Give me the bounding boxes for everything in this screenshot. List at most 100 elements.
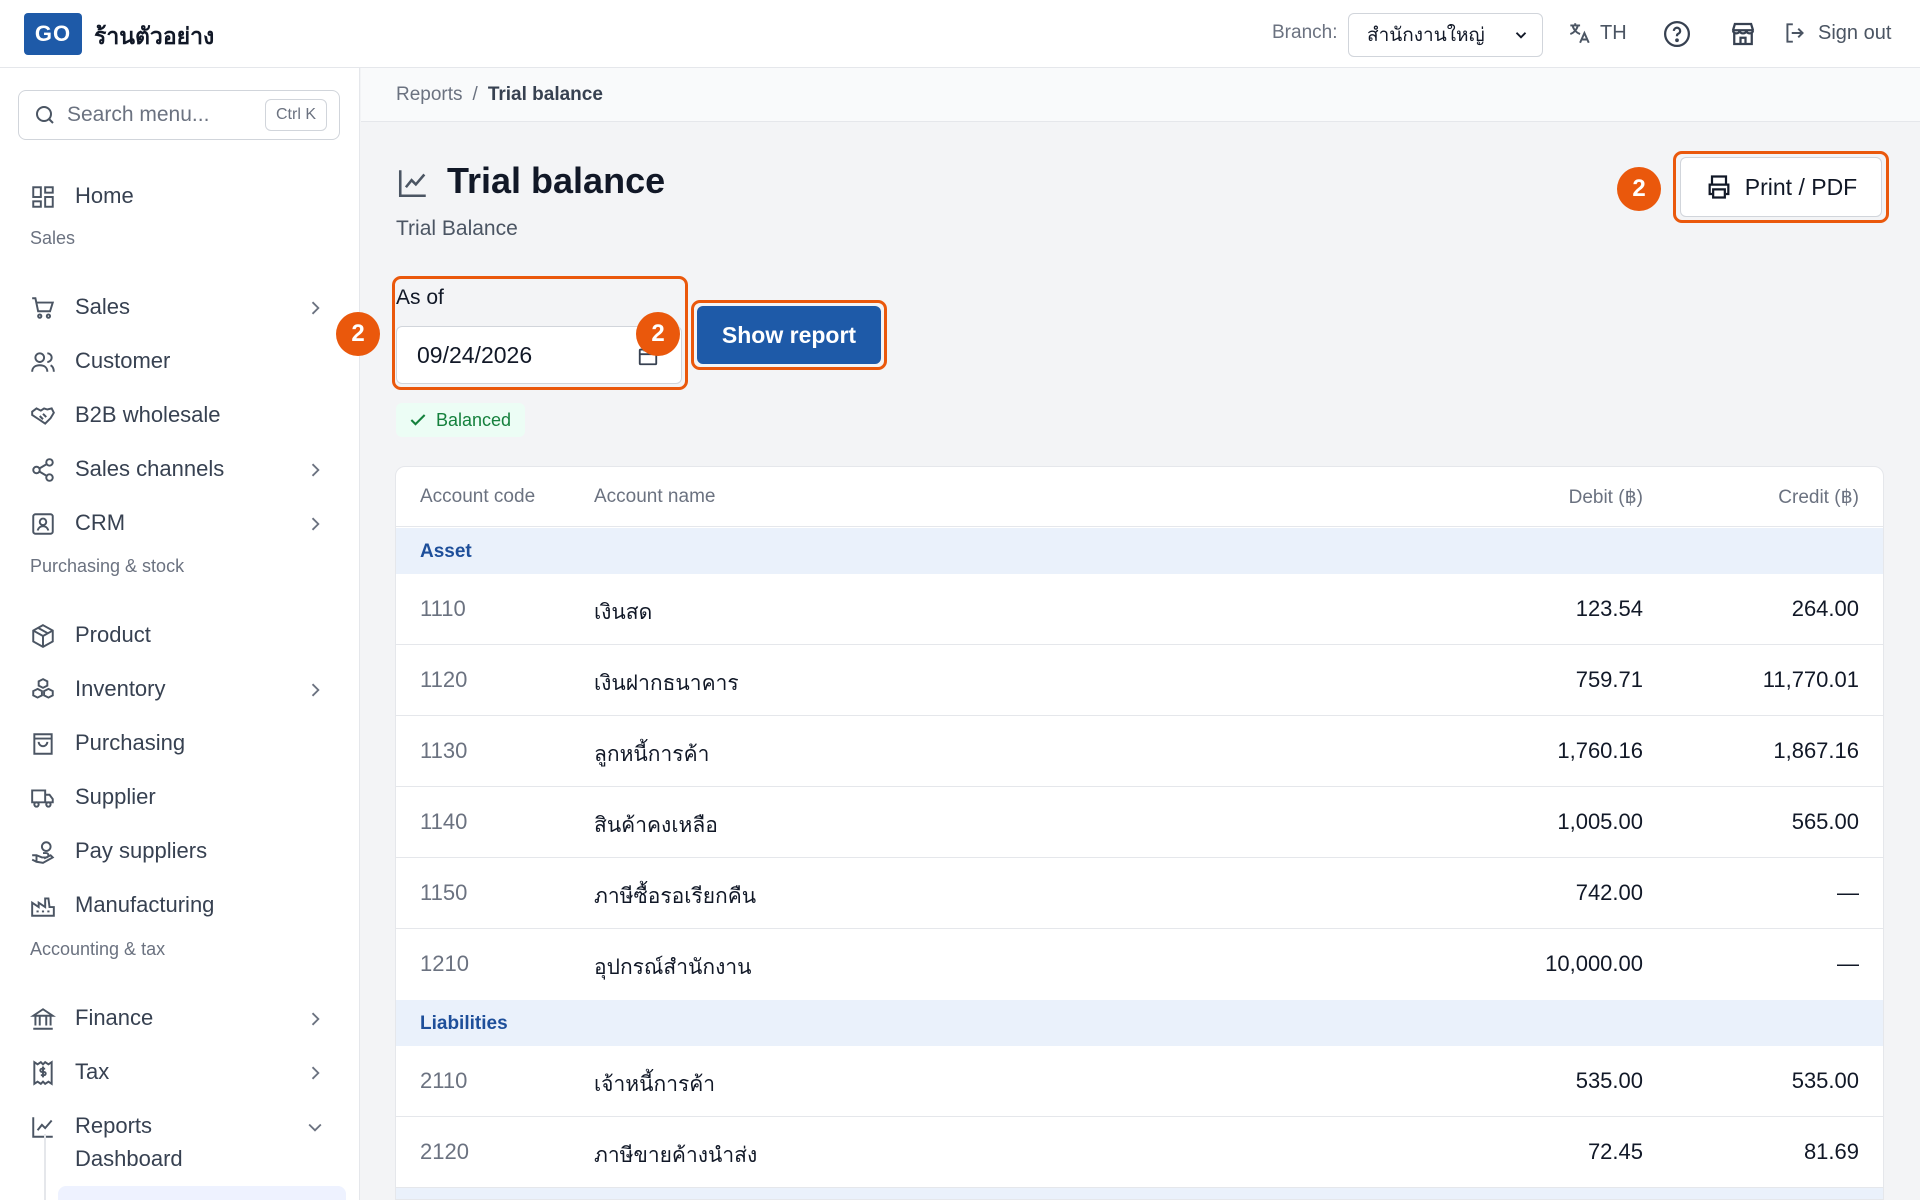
shop-name: ร้านตัวอย่าง [94, 24, 215, 50]
table-row[interactable]: 1150 ภาษีซื้อรอเรียกคืน 742.00 — [396, 858, 1883, 929]
table-row[interactable]: 2120 ภาษีขายค้างนำส่ง 72.45 81.69 [396, 1117, 1883, 1188]
sidebar-item-reports[interactable]: Reports [0, 1104, 360, 1148]
column-header-debit[interactable]: Debit (฿) [1569, 486, 1643, 509]
debit-value: 123.54 [1575, 596, 1643, 621]
credit-value: 535.00 [1791, 1068, 1859, 1093]
table-row[interactable]: 1130 ลูกหนี้การค้า 1,760.16 1,867.16 [396, 716, 1883, 787]
sidebar-item-label: CRM [75, 510, 126, 535]
group-row-next [396, 1188, 1883, 1199]
help-icon[interactable] [1662, 19, 1692, 49]
group-row-liabilities: Liabilities [396, 1000, 1883, 1046]
sidebar-subitem-active[interactable] [58, 1186, 346, 1200]
table-row[interactable]: 2110 เจ้าหนี้การค้า 535.00 535.00 [396, 1046, 1883, 1117]
sidebar-item-label: Supplier [75, 784, 156, 809]
chevron-right-icon [311, 463, 320, 477]
search-input[interactable]: Search menu... Ctrl K [18, 90, 340, 140]
sidebar-item-label: Reports [75, 1113, 153, 1138]
app-logo[interactable]: GO [24, 13, 82, 55]
sidebar-item-label: Tax [75, 1059, 110, 1084]
sidebar-item-pay-suppliers[interactable]: Pay suppliers [0, 829, 360, 873]
table-row[interactable]: 1120 เงินฝากธนาคาร 759.71 11,770.01 [396, 645, 1883, 716]
breadcrumb-link-reports[interactable]: Reports [396, 84, 463, 106]
table-row[interactable]: 1110 เงินสด 123.54 264.00 [396, 574, 1883, 645]
credit-value: 81.69 [1803, 1139, 1859, 1164]
debit-value: 1,760.16 [1557, 738, 1643, 763]
sign-out-label: Sign out [1818, 21, 1892, 44]
account-code: 2110 [420, 1068, 468, 1093]
sidebar-item-b2b[interactable]: B2B wholesale [0, 393, 360, 437]
sidebar-item-manufacturing[interactable]: Manufacturing [0, 883, 360, 927]
sidebar-item-product[interactable]: Product [0, 613, 360, 657]
sidebar-item-inventory[interactable]: Inventory [0, 667, 360, 711]
credit-value: 11,770.01 [1762, 667, 1859, 692]
column-header-code[interactable]: Account code [420, 486, 535, 508]
branch-select[interactable]: สำนักงานใหญ่ [1348, 13, 1543, 57]
sidebar-item-customer[interactable]: Customer [0, 339, 360, 383]
status-badge: Balanced [396, 403, 526, 437]
sidebar-item-label: Manufacturing [75, 892, 215, 917]
sidebar-item-crm[interactable]: CRM [0, 501, 360, 545]
credit-value: 565.00 [1791, 809, 1859, 834]
account-name: เงินฝากธนาคาร [594, 671, 739, 695]
debit-value: 535.00 [1575, 1068, 1643, 1093]
column-header-name[interactable]: Account name [594, 486, 715, 508]
page-subtitle: Trial Balance [396, 217, 518, 240]
account-code: 1130 [420, 738, 468, 763]
store-icon[interactable] [1728, 19, 1758, 49]
sidebar-item-purchasing[interactable]: Purchasing [0, 721, 360, 765]
box-icon [32, 624, 54, 648]
sidebar-item-label: Pay suppliers [75, 838, 208, 863]
search-placeholder: Search menu... [67, 103, 210, 126]
truck-icon [31, 789, 54, 808]
debit-value: 72.45 [1587, 1139, 1643, 1164]
sign-out-button[interactable]: Sign out [1782, 20, 1891, 46]
shopping-bag-icon [33, 733, 53, 755]
section-purchasing: Purchasing & stock [30, 556, 185, 576]
group-label: Asset [420, 541, 472, 562]
sidebar-item-label: Home [75, 183, 134, 208]
account-name: เจ้าหนี้การค้า [594, 1072, 716, 1096]
share-icon [32, 458, 54, 482]
sidebar-item-label: Inventory [75, 676, 166, 701]
sidebar: Search menu... Ctrl K Home Sales Sales C… [0, 68, 360, 1200]
sidebar-item-label: B2B wholesale [75, 402, 221, 427]
language-label: TH [1600, 21, 1627, 44]
trial-balance-table: Account code Account name Debit (฿) Cred… [395, 466, 1884, 1200]
show-report-button[interactable]: Show report [697, 306, 881, 364]
step-badge-print: 2 [1617, 167, 1661, 211]
chevron-right-icon [311, 1066, 320, 1080]
sidebar-item-sales-channels[interactable]: Sales channels [0, 447, 360, 491]
table-row[interactable]: 1140 สินค้าคงเหลือ 1,005.00 565.00 [396, 787, 1883, 858]
debit-value: 1,005.00 [1557, 809, 1643, 834]
sidebar-item-supplier[interactable]: Supplier [0, 775, 360, 819]
branch-label: Branch: [1272, 22, 1338, 43]
section-sales: Sales [30, 228, 76, 248]
branch-value: สำนักงานใหญ่ [1367, 24, 1485, 46]
language-switcher[interactable]: TH [1566, 20, 1627, 46]
print-pdf-button[interactable]: Print / PDF [1680, 157, 1882, 217]
account-name: ลูกหนี้การค้า [594, 742, 710, 766]
column-header-credit[interactable]: Credit (฿) [1778, 486, 1859, 509]
account-name: ภาษีซื้อรอเรียกคืน [594, 884, 757, 908]
bank-icon [30, 1008, 56, 1030]
sidebar-item-label: Finance [75, 1005, 154, 1030]
account-code: 1150 [420, 880, 468, 905]
sidebar-item-tax[interactable]: Tax [0, 1050, 360, 1094]
table-row[interactable]: 1210 อุปกรณ์สำนักงาน 10,000.00 — [396, 929, 1883, 1000]
sidebar-item-home[interactable]: Home [0, 174, 360, 218]
table-header: Account code Account name Debit (฿) Cred… [396, 467, 1883, 527]
sidebar-item-finance[interactable]: Finance [0, 996, 360, 1040]
sidebar-subitem-dashboard[interactable]: Dashboard [75, 1146, 183, 1172]
sidebar-item-sales[interactable]: Sales [0, 285, 360, 329]
page-title: Trial balance [447, 160, 666, 201]
breadcrumb-current: Trial balance [487, 84, 603, 105]
debit-value: 10,000.00 [1545, 951, 1643, 976]
top-bar: GO ร้านตัวอย่าง Branch: สำนักงานใหญ่ TH … [0, 0, 1920, 68]
sign-out-icon [1786, 23, 1804, 43]
credit-value: 264.00 [1791, 596, 1859, 621]
cart-icon [32, 297, 55, 319]
section-accounting: Accounting & tax [30, 939, 166, 959]
print-pdf-label: Print / PDF [1744, 173, 1858, 200]
debit-value: 759.71 [1575, 667, 1643, 692]
sidebar-item-label: Sales channels [75, 456, 225, 481]
